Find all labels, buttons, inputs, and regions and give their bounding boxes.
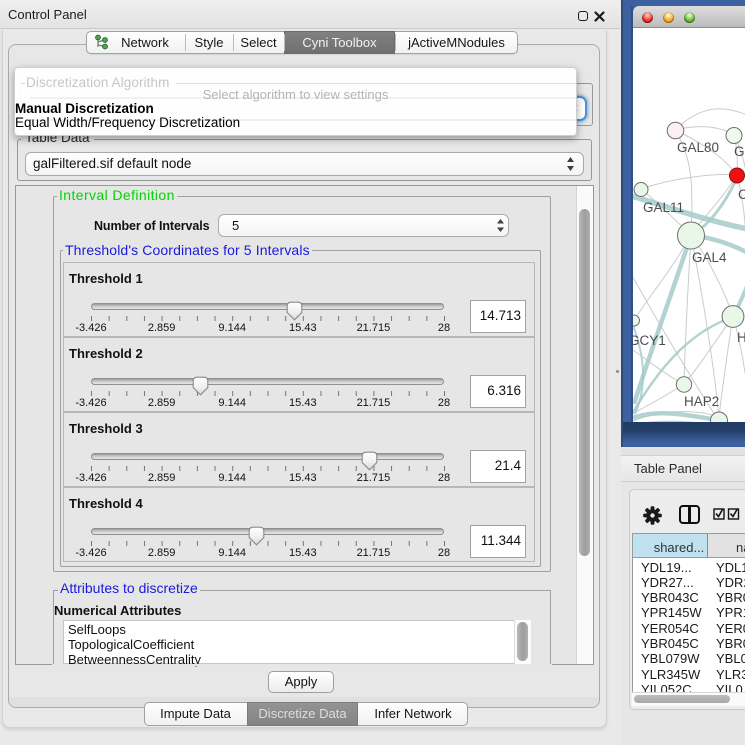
svg-text:G: G [734, 144, 745, 159]
svg-text:HAP2: HAP2 [684, 394, 719, 409]
svg-text:GAL4: GAL4 [692, 250, 727, 265]
svg-text:H: H [737, 330, 745, 345]
svg-text:GCY1: GCY1 [633, 333, 666, 348]
svg-text:GAL11: GAL11 [643, 200, 684, 215]
svg-text:GAL80: GAL80 [677, 140, 719, 155]
svg-text:C: C [738, 187, 745, 202]
